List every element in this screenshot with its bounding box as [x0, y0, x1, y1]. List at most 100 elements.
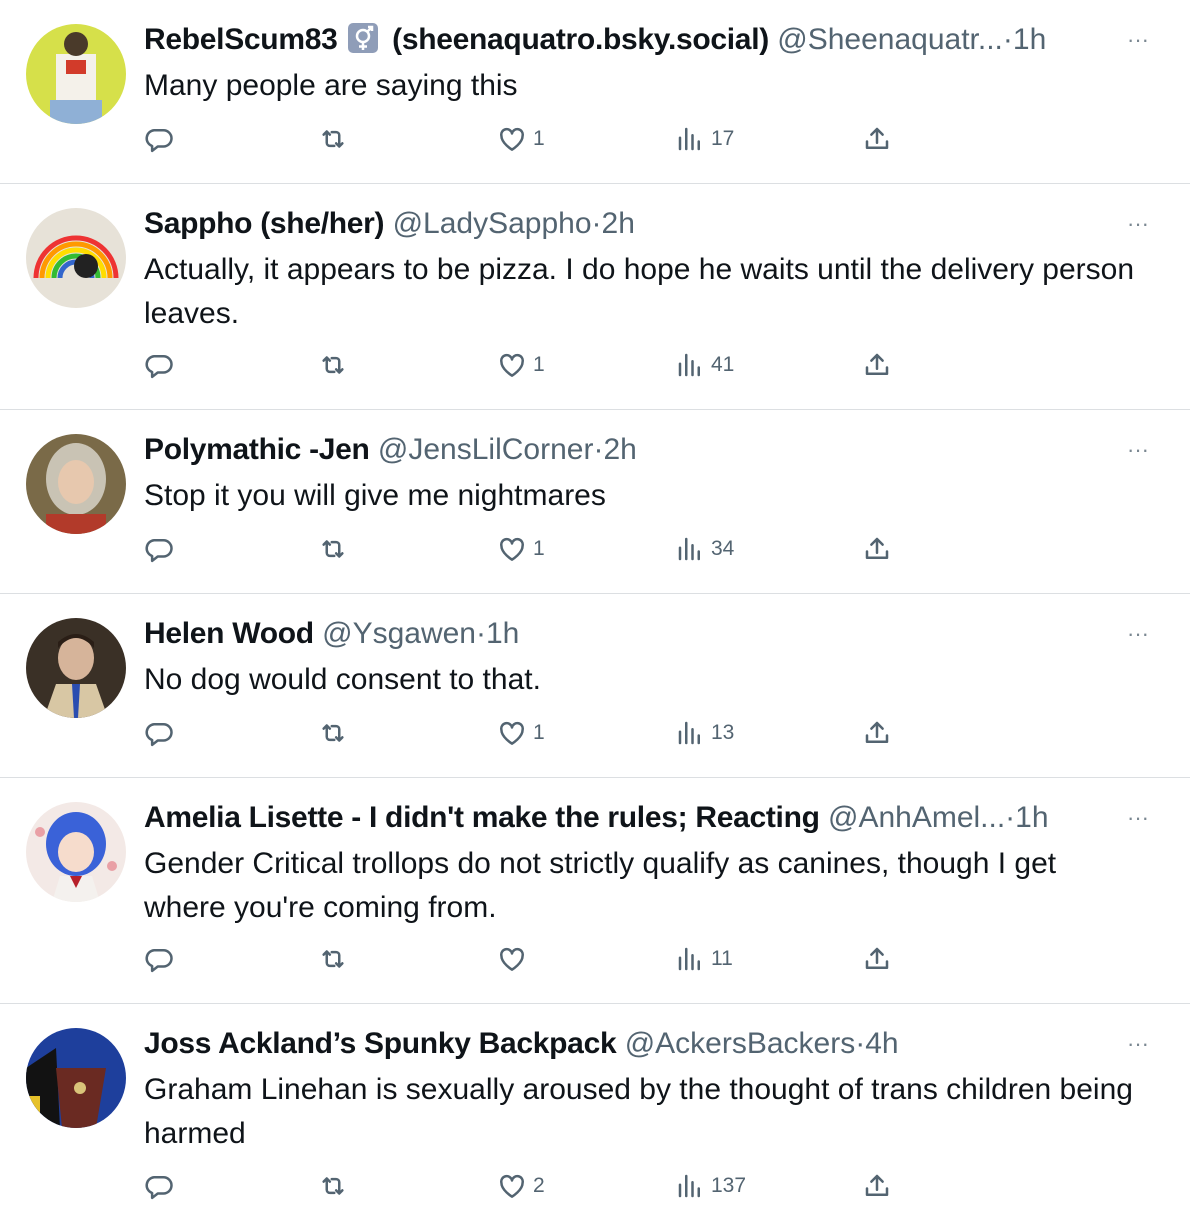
display-name-extra: (sheenaquatro.bsky.social)	[392, 23, 769, 56]
views-icon	[678, 721, 700, 745]
retweet-icon	[322, 540, 344, 558]
retweet-button[interactable]	[318, 529, 348, 569]
user-handle[interactable]: @LadySappho	[393, 207, 592, 240]
like-icon	[500, 1174, 524, 1198]
timestamp[interactable]: 1h	[1013, 23, 1046, 56]
views-button[interactable]: 41	[675, 345, 734, 385]
separator: ·	[476, 617, 486, 650]
transgender-symbol-icon	[347, 23, 378, 53]
more-icon[interactable]: ···	[1122, 430, 1154, 470]
timestamp[interactable]: 1h	[486, 617, 519, 650]
timestamp[interactable]: 2h	[603, 433, 636, 466]
more-icon[interactable]: ···	[1122, 1024, 1154, 1064]
share-button[interactable]	[862, 713, 892, 753]
view-count: 34	[711, 537, 735, 560]
reply-icon	[145, 949, 173, 973]
like-button[interactable]: 1	[497, 529, 545, 569]
user-handle[interactable]: @Sheenaquatr...	[777, 23, 1003, 56]
user-handle[interactable]: @AckersBackers	[625, 1027, 856, 1060]
share-button[interactable]	[862, 939, 892, 979]
avatar[interactable]	[26, 1028, 126, 1128]
share-icon	[865, 127, 889, 149]
avatar[interactable]	[26, 618, 126, 718]
tweet[interactable]: RebelScum83 (sheenaquatro.bsky.social) @…	[0, 0, 1196, 183]
views-button[interactable]: 11	[675, 939, 733, 979]
reply-button[interactable]	[144, 713, 174, 753]
tweet-actions: 1 34	[0, 529, 1196, 569]
tweet-text: Actually, it appears to be pizza. I do h…	[144, 253, 1135, 330]
avatar[interactable]	[26, 208, 126, 308]
retweet-icon	[322, 1177, 344, 1195]
display-name[interactable]: RebelScum83	[144, 23, 338, 56]
user-handle[interactable]: @Ysgawen	[322, 617, 476, 650]
views-button[interactable]: 137	[675, 1166, 746, 1206]
reply-button[interactable]	[144, 345, 174, 385]
retweet-button[interactable]	[318, 939, 348, 979]
view-count: 137	[711, 1174, 747, 1197]
reply-button[interactable]	[144, 529, 174, 569]
separator: ·	[593, 433, 604, 466]
share-icon	[865, 947, 889, 969]
views-icon	[678, 353, 700, 377]
like-button[interactable]	[497, 939, 533, 979]
reply-icon	[145, 1176, 173, 1200]
views-button[interactable]: 17	[675, 119, 734, 159]
share-icon	[865, 353, 889, 375]
timestamp[interactable]: 1h	[1015, 801, 1048, 834]
avatar[interactable]	[26, 802, 126, 902]
views-button[interactable]: 34	[675, 529, 734, 569]
reply-button[interactable]	[144, 1166, 174, 1206]
retweet-icon	[322, 950, 344, 968]
retweet-button[interactable]	[318, 119, 348, 159]
like-button[interactable]: 2	[497, 1166, 545, 1206]
more-icon[interactable]: ···	[1122, 204, 1154, 244]
user-handle[interactable]: @JensLilCorner	[378, 433, 594, 466]
views-button[interactable]: 13	[675, 713, 734, 753]
like-button[interactable]: 1	[497, 345, 545, 385]
tweet[interactable]: Joss Ackland’s Spunky Backpack @AckersBa…	[0, 1004, 1196, 1200]
avatar[interactable]	[26, 434, 126, 534]
more-icon[interactable]: ···	[1122, 614, 1154, 654]
retweet-button[interactable]	[318, 713, 348, 753]
tweet[interactable]: Sappho (she/her) @LadySappho·2h ··· Actu…	[0, 184, 1196, 408]
tweet[interactable]: Helen Wood @Ysgawen·1h ··· No dog would …	[0, 594, 1196, 777]
avatar[interactable]	[26, 24, 126, 124]
retweet-button[interactable]	[318, 1166, 348, 1206]
view-count: 41	[711, 353, 735, 376]
like-button[interactable]: 1	[497, 119, 545, 159]
retweet-icon	[322, 356, 344, 374]
more-icon[interactable]: ···	[1122, 798, 1154, 838]
views-icon	[678, 1174, 700, 1198]
share-button[interactable]	[862, 529, 892, 569]
like-count: 1	[533, 721, 545, 744]
reply-button[interactable]	[144, 119, 174, 159]
tweet-header: Polymathic -Jen @JensLilCorner·2h	[144, 430, 1122, 470]
display-name[interactable]: Helen Wood	[144, 617, 314, 650]
like-icon	[500, 721, 524, 745]
like-count: 1	[533, 537, 545, 560]
share-button[interactable]	[862, 345, 892, 385]
tweet-actions: 1 13	[0, 713, 1196, 753]
share-button[interactable]	[862, 1166, 892, 1206]
reply-button[interactable]	[144, 939, 174, 979]
tweet-actions: 11	[0, 939, 1196, 979]
view-count: 11	[711, 947, 733, 970]
timestamp[interactable]: 4h	[865, 1027, 898, 1060]
share-button[interactable]	[862, 119, 892, 159]
timestamp[interactable]: 2h	[602, 207, 635, 240]
display-name[interactable]: Polymathic -Jen	[144, 433, 370, 466]
like-button[interactable]: 1	[497, 713, 545, 753]
share-icon	[865, 721, 889, 743]
tweet[interactable]: Amelia Lisette - I didn't make the rules…	[0, 778, 1196, 1002]
more-icon[interactable]: ···	[1122, 20, 1154, 60]
like-icon	[500, 947, 524, 971]
tweet-header: Amelia Lisette - I didn't make the rules…	[144, 798, 1122, 838]
display-name[interactable]: Joss Ackland’s Spunky Backpack	[144, 1027, 617, 1060]
display-name[interactable]: Amelia Lisette - I didn't make the rules…	[144, 801, 820, 834]
user-handle[interactable]: @AnhAmel...	[828, 801, 1005, 834]
display-name[interactable]: Sappho (she/her)	[144, 207, 385, 240]
views-icon	[678, 537, 700, 561]
views-icon	[678, 947, 700, 971]
tweet[interactable]: Polymathic -Jen @JensLilCorner·2h ··· St…	[0, 410, 1196, 593]
retweet-button[interactable]	[318, 345, 348, 385]
